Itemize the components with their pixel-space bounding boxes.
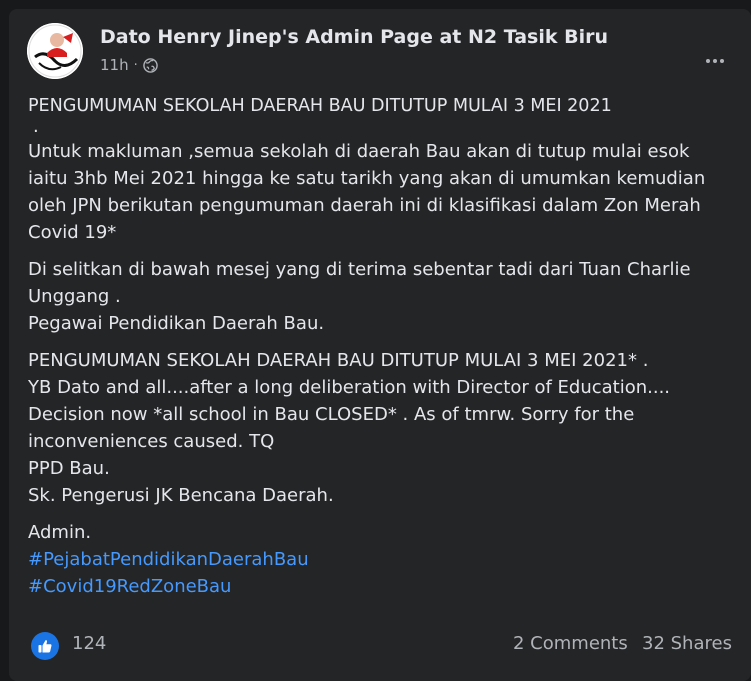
body-line: Covid 19*	[28, 222, 117, 243]
body-line: oleh JPN berikutan pengumuman daerah ini…	[28, 195, 701, 216]
meta-separator: ·	[133, 57, 138, 73]
globe-icon[interactable]	[142, 57, 158, 73]
body-line: PPD Bau.	[28, 458, 110, 479]
post-card: Dato Henry Jinep's Admin Page at N2 Tasi…	[9, 9, 751, 681]
body-line: iaitu 3hb Mei 2021 hingga ke satu tarikh…	[28, 168, 706, 189]
body-line: Decision now *all school in Bau CLOSED* …	[28, 404, 635, 425]
post-signoff-paragraph: Admin. #PejabatPendidikanDaerahBau #Covi…	[28, 519, 743, 600]
comments-link[interactable]: 2 Comments	[513, 633, 628, 654]
post-meta: 11h ·	[100, 56, 158, 74]
hashtag-link[interactable]: #PejabatPendidikanDaerahBau	[28, 546, 743, 573]
body-line: Di selitkan di bawah mesej yang di terim…	[28, 259, 691, 280]
reaction-count[interactable]: 124	[72, 633, 106, 654]
post-header: Dato Henry Jinep's Admin Page at N2 Tasi…	[27, 23, 737, 79]
more-options-icon[interactable]	[701, 51, 729, 71]
body-line: inconveniences caused. TQ	[28, 431, 275, 452]
body-line: Sk. Pengerusi JK Bencana Daerah.	[28, 485, 334, 506]
body-line: YB Dato and all....after a long delibera…	[28, 377, 671, 398]
post-dot: .	[33, 116, 39, 137]
post-title: PENGUMUMAN SEKOLAH DAERAH BAU DITUTUP MU…	[28, 96, 612, 116]
post-paragraph-3: PENGUMUMAN SEKOLAH DAERAH BAU DITUTUP MU…	[28, 347, 743, 509]
author-name[interactable]: Dato Henry Jinep's Admin Page at N2 Tasi…	[100, 26, 608, 48]
signoff-text: Admin.	[28, 522, 92, 543]
body-line: Pegawai Pendidikan Daerah Bau.	[28, 313, 325, 334]
body-line: PENGUMUMAN SEKOLAH DAERAH BAU DITUTUP MU…	[28, 350, 649, 371]
post-time[interactable]: 11h	[100, 56, 129, 74]
body-line: Untuk makluman ,semua sekolah di daerah …	[28, 141, 690, 162]
post-paragraph-2: Di selitkan di bawah mesej yang di terim…	[28, 256, 743, 337]
post-title-paragraph: PENGUMUMAN SEKOLAH DAERAH BAU DITUTUP MU…	[28, 93, 743, 246]
post-footer: 124 2 Comments 32 Shares	[28, 631, 743, 661]
post-body: PENGUMUMAN SEKOLAH DAERAH BAU DITUTUP MU…	[28, 93, 743, 610]
hashtag-link[interactable]: #Covid19RedZoneBau	[28, 573, 743, 600]
avatar-logo-icon	[27, 23, 83, 79]
avatar[interactable]	[27, 23, 83, 79]
thumbs-up-icon[interactable]	[31, 632, 59, 660]
body-line: Unggang .	[28, 286, 121, 307]
shares-link[interactable]: 32 Shares	[642, 633, 732, 654]
